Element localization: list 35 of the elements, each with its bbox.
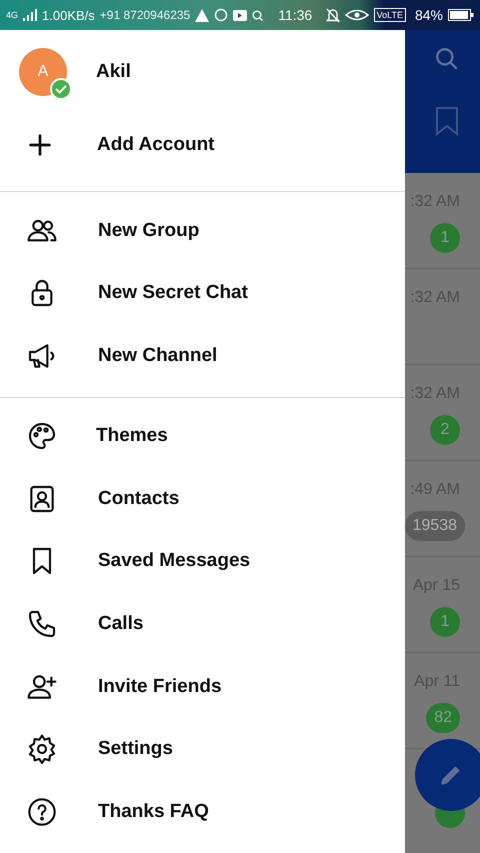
menu-item[interactable]: Settings (98, 738, 173, 760)
battery-percent: 84% (414, 7, 443, 23)
muted-bell-icon (326, 8, 340, 22)
notification-text: +91 8720946235 (100, 8, 190, 22)
unread-count: 82 (426, 703, 460, 733)
help-icon (26, 796, 58, 828)
volte-badge: VoLTE (374, 8, 406, 22)
account-name[interactable]: Akil (96, 61, 131, 84)
chat-bubble-icon (214, 8, 228, 22)
eye-icon (344, 9, 369, 21)
signal-icon (23, 9, 38, 21)
search-icon[interactable] (434, 46, 460, 72)
menu-item[interactable]: Contacts (98, 488, 180, 510)
menu-item[interactable]: New Secret Chat (98, 282, 248, 304)
bookmark-icon[interactable] (435, 106, 459, 136)
warning-icon (195, 8, 210, 22)
menu-item[interactable]: Themes (96, 425, 168, 448)
battery-icon (448, 9, 474, 21)
search-icon (252, 10, 264, 20)
menu-item[interactable]: New Group (98, 220, 200, 242)
menu-item[interactable]: Calls (98, 612, 144, 635)
add-account-item[interactable]: Add Account (97, 134, 215, 156)
unread-count: 1 (430, 223, 460, 253)
unread-count: 2 (430, 415, 460, 445)
menu-item[interactable]: Saved Messages (98, 550, 250, 572)
clock: 11:36 (278, 7, 312, 23)
menu-item[interactable]: Invite Friends (98, 676, 222, 698)
video-icon (233, 10, 248, 20)
unread-count: 19538 (405, 511, 465, 541)
menu-item[interactable]: Thanks FAQ (98, 800, 209, 823)
settings-icon (26, 733, 58, 766)
network-type: 4G (6, 10, 18, 20)
menu-item[interactable]: New Channel (98, 344, 218, 367)
unread-count: 1 (430, 607, 460, 637)
data-speed: 1.00KB/s (42, 8, 95, 22)
